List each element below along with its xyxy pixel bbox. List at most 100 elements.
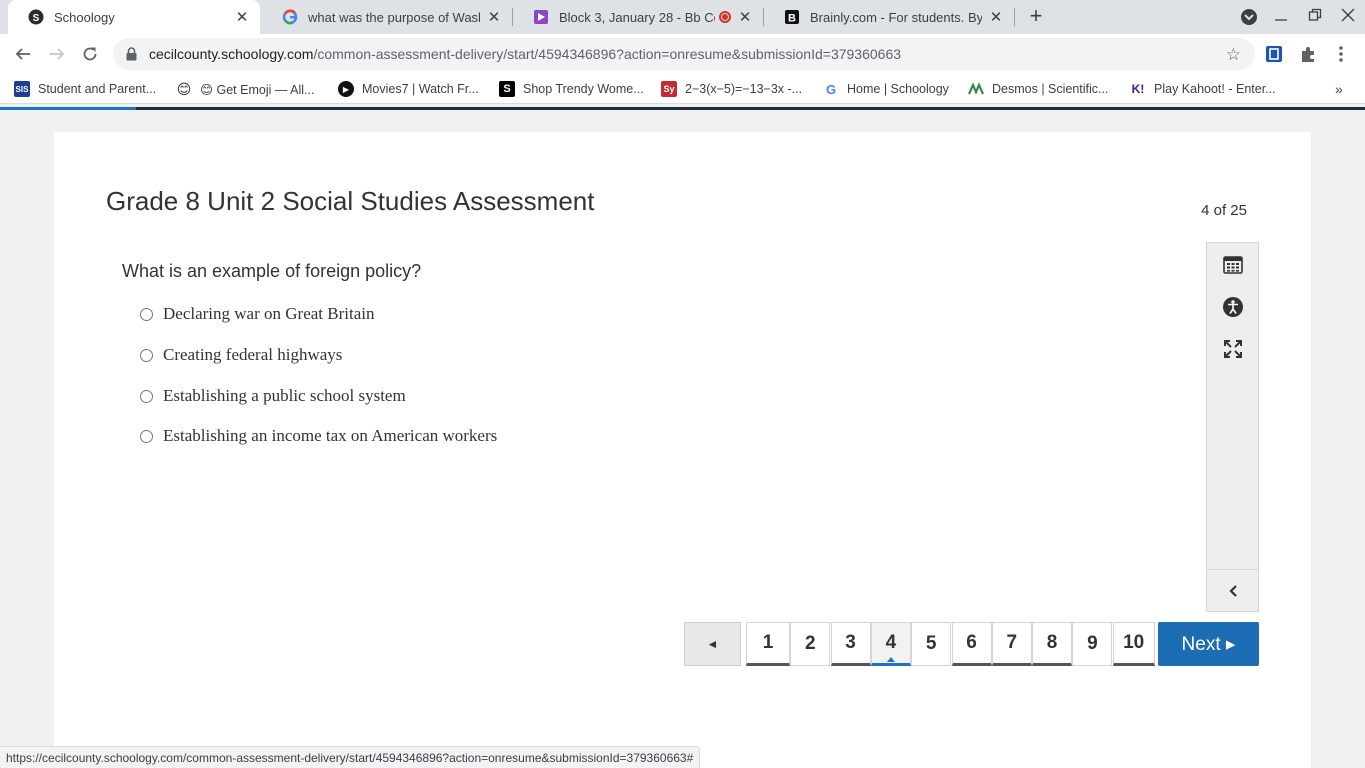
answer-option-label[interactable]: Establishing a public school system: [163, 386, 406, 406]
bookmark-student-parent[interactable]: SIS Student and Parent...: [14, 80, 156, 98]
assessment-card: Grade 8 Unit 2 Social Studies Assessment…: [54, 132, 1311, 768]
tab-title: Schoology: [54, 9, 115, 25]
bookmark-label: 2−3(x−5)=−13−3x -...: [685, 82, 803, 96]
answer-option-label[interactable]: Declaring war on Great Britain: [163, 304, 374, 324]
answer-option-label[interactable]: Creating federal highways: [163, 345, 342, 365]
answer-option[interactable]: Declaring war on Great Britain: [140, 303, 374, 325]
radio-button[interactable]: [140, 307, 153, 321]
svg-text:S: S: [33, 13, 40, 24]
browser-tab-strip: S Schoology ✕ what was the purpose of Wa…: [0, 0, 1365, 34]
bookmarks-bar: SIS Student and Parent... 😊 😊 Get Emoji …: [0, 74, 1365, 104]
url-host: cecilcounty.schoology.com: [149, 46, 314, 62]
google-icon: G: [825, 81, 837, 97]
tab-schoology[interactable]: S Schoology ✕: [8, 0, 260, 34]
bookmark-label: Movies7 | Watch Fr...: [362, 82, 479, 96]
answer-option[interactable]: Creating federal highways: [140, 344, 342, 366]
page-number-button-3[interactable]: 3: [830, 622, 871, 666]
reload-icon[interactable]: [78, 42, 102, 66]
shein-icon: S: [499, 81, 515, 97]
close-icon[interactable]: ✕: [988, 9, 1004, 26]
svg-text:B: B: [788, 13, 796, 25]
tab-separator: [1014, 8, 1015, 26]
tab-brainly[interactable]: B Brainly.com - For students. By st ✕: [764, 0, 1014, 34]
assessment-tools-panel: [1206, 242, 1259, 612]
fullscreen-expand-icon[interactable]: [1221, 337, 1245, 361]
blackboard-collaborate-icon: [533, 9, 549, 25]
close-icon[interactable]: ✕: [234, 9, 250, 26]
google-icon: [282, 9, 298, 25]
back-arrow-icon[interactable]: [11, 42, 35, 66]
bookmark-label: Shop Trendy Wome...: [523, 82, 644, 96]
recording-icon: [719, 11, 731, 23]
bookmark-symbolab[interactable]: Sy 2−3(x−5)=−13−3x -...: [661, 80, 802, 98]
page-number-button-5[interactable]: 5: [911, 622, 952, 666]
bookmark-label: 😊 Get Emoji — All...: [200, 82, 315, 97]
page-number-button-4[interactable]: 4: [870, 622, 911, 666]
address-bar[interactable]: cecilcounty.schoology.com/common-assessm…: [113, 38, 1255, 70]
emoji-icon: 😊: [176, 80, 192, 97]
tab-title: Block 3, January 28 - Bb Coll: [559, 9, 715, 25]
restore-icon[interactable]: [1305, 8, 1325, 26]
status-bar-url: https://cecilcounty.schoology.com/common…: [0, 746, 701, 768]
brainly-icon: B: [784, 9, 800, 25]
answer-option[interactable]: Establishing an income tax on American w…: [140, 425, 497, 447]
bookmark-label: Student and Parent...: [38, 82, 157, 96]
lock-icon[interactable]: [126, 47, 138, 61]
bookmark-kahoot[interactable]: K! Play Kahoot! - Enter...: [1130, 80, 1276, 98]
tab-title: what was the purpose of Washin: [308, 9, 480, 25]
tab-google-search[interactable]: what was the purpose of Washin ✕: [262, 0, 512, 34]
accessibility-icon[interactable]: [1221, 295, 1245, 319]
browser-toolbar: cecilcounty.schoology.com/common-assessm…: [0, 34, 1365, 74]
tab-search-icon[interactable]: [1239, 8, 1259, 26]
page-number-button-10[interactable]: 10: [1112, 622, 1155, 666]
url-text[interactable]: cecilcounty.schoology.com/common-assessm…: [149, 46, 901, 62]
page-content: Grade 8 Unit 2 Social Studies Assessment…: [0, 110, 1365, 768]
page-number-button-2[interactable]: 2: [790, 622, 831, 666]
page-number-button-6[interactable]: 6: [951, 622, 992, 666]
close-icon[interactable]: ✕: [486, 9, 502, 26]
answer-option-label[interactable]: Establishing an income tax on American w…: [163, 426, 497, 446]
bookmark-home-schoology[interactable]: G Home | Schoology: [823, 80, 949, 98]
collapse-panel-chevron-icon[interactable]: [1207, 569, 1258, 611]
tab-title: Brainly.com - For students. By st: [810, 9, 982, 25]
bookmark-get-emoji[interactable]: 😊 😊 Get Emoji — All...: [176, 80, 315, 98]
assessment-title: Grade 8 Unit 2 Social Studies Assessment: [106, 186, 595, 216]
extension-reader-icon[interactable]: [1262, 42, 1286, 66]
question-text: What is an example of foreign policy?: [122, 261, 422, 281]
radio-button[interactable]: [140, 389, 153, 403]
answer-option[interactable]: Establishing a public school system: [140, 385, 406, 407]
bookmark-label: Desmos | Scientific...: [992, 82, 1109, 96]
tab-blackboard-collaborate[interactable]: Block 3, January 28 - Bb Coll ✕: [513, 0, 763, 34]
play-icon: ▶: [338, 81, 354, 97]
forward-arrow-icon[interactable]: [45, 42, 69, 66]
bookmark-movies7[interactable]: ▶ Movies7 | Watch Fr...: [338, 80, 479, 98]
bookmark-label: Play Kahoot! - Enter...: [1154, 82, 1276, 96]
bookmark-label: Home | Schoology: [847, 82, 949, 96]
sis-icon: SIS: [14, 81, 30, 97]
window-close-icon[interactable]: [1338, 8, 1358, 26]
bookmark-star-icon[interactable]: ☆: [1226, 45, 1241, 65]
radio-button[interactable]: [140, 429, 153, 443]
new-tab-plus-icon[interactable]: +: [1025, 5, 1047, 27]
desmos-icon: [968, 81, 984, 97]
schoology-icon: S: [28, 9, 44, 25]
symbolab-icon: Sy: [661, 81, 677, 97]
close-icon[interactable]: ✕: [737, 9, 753, 26]
question-counter: 4 of 25: [1201, 202, 1247, 219]
next-button[interactable]: Next ▸: [1158, 622, 1259, 666]
menu-kebab-icon[interactable]: [1329, 42, 1353, 66]
page-number-button-1[interactable]: 1: [746, 622, 790, 666]
bookmark-shop-trendy[interactable]: S Shop Trendy Wome...: [499, 80, 644, 98]
kahoot-icon: K!: [1131, 82, 1145, 96]
calculator-icon[interactable]: [1221, 253, 1245, 277]
page-number-button-8[interactable]: 8: [1032, 622, 1073, 666]
url-path: /common-assessment-delivery/start/459434…: [313, 46, 902, 62]
previous-question-button[interactable]: ◄: [684, 622, 741, 666]
minimize-icon[interactable]: [1271, 8, 1291, 26]
page-number-button-7[interactable]: 7: [991, 622, 1032, 666]
bookmark-desmos[interactable]: Desmos | Scientific...: [968, 80, 1108, 98]
bookmarks-overflow-chevron[interactable]: »: [1335, 80, 1343, 98]
page-number-button-9[interactable]: 9: [1072, 622, 1113, 666]
extensions-puzzle-icon[interactable]: [1296, 42, 1320, 66]
radio-button[interactable]: [140, 348, 153, 362]
